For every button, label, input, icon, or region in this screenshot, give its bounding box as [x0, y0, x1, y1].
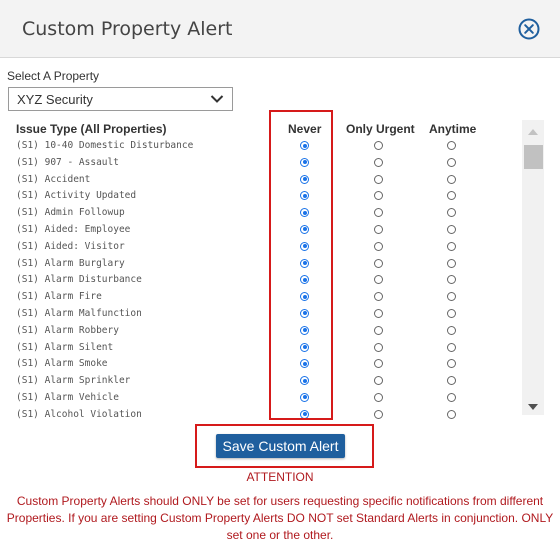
- issue-type-label: (S1) Activity Updated: [16, 190, 137, 202]
- issue-type-label: (S1) Admin Followup: [16, 207, 125, 219]
- table-row: (S1) Alarm Malfunction: [8, 306, 513, 323]
- column-header-issue: Issue Type (All Properties): [16, 122, 167, 136]
- issue-type-label: (S1) Alarm Sprinkler: [16, 375, 131, 387]
- radio-anytime[interactable]: [447, 392, 456, 402]
- close-icon[interactable]: [518, 18, 540, 40]
- radio-anytime[interactable]: [447, 141, 456, 150]
- radio-anytime[interactable]: [447, 258, 456, 268]
- radio-only-urgent[interactable]: [374, 409, 383, 419]
- radio-only-urgent[interactable]: [374, 224, 383, 234]
- radio-only-urgent[interactable]: [374, 342, 383, 352]
- radio-anytime[interactable]: [447, 241, 456, 251]
- issue-type-label: (S1) Aided: Employee: [16, 223, 131, 235]
- issue-type-label: (S1) 10-40 Domestic Disturbance: [16, 140, 194, 151]
- table-row: (S1) Alarm Fire: [8, 289, 513, 306]
- issue-type-label: (S1) Aided: Visitor: [16, 240, 125, 252]
- radio-anytime[interactable]: [447, 376, 456, 386]
- radio-anytime[interactable]: [447, 174, 456, 184]
- issue-type-label: (S1) Alarm Smoke: [16, 358, 108, 370]
- table-row: (S1) 10-40 Domestic Disturbance: [8, 138, 513, 155]
- radio-only-urgent[interactable]: [374, 359, 383, 369]
- radio-anytime[interactable]: [447, 157, 456, 167]
- issue-type-label: (S1) Alarm Burglary: [16, 257, 125, 269]
- issue-type-label: (S1) Accident: [16, 173, 91, 185]
- radio-anytime[interactable]: [447, 409, 456, 419]
- save-custom-alert-button[interactable]: Save Custom Alert: [216, 434, 345, 458]
- scroll-down-arrow-icon[interactable]: [528, 404, 538, 410]
- property-select[interactable]: XYZ Security: [8, 87, 233, 111]
- table-row: (S1) Alarm Silent: [8, 340, 513, 357]
- property-select-label: Select A Property: [7, 69, 100, 83]
- issue-type-label: (S1) 907 - Assault: [16, 156, 119, 168]
- radio-only-urgent[interactable]: [374, 292, 383, 302]
- table-row: (S1) 907 - Assault: [8, 155, 513, 172]
- radio-anytime[interactable]: [447, 208, 456, 218]
- table-row: (S1) Alarm Disturbance: [8, 272, 513, 289]
- issue-type-label: (S1) Alcohol Violation: [16, 408, 142, 420]
- radio-anytime[interactable]: [447, 292, 456, 302]
- radio-anytime[interactable]: [447, 342, 456, 352]
- issue-type-label: (S1) Alarm Silent: [16, 341, 114, 353]
- radio-only-urgent[interactable]: [374, 241, 383, 251]
- dialog-header: Custom Property Alert: [0, 0, 560, 58]
- radio-anytime[interactable]: [447, 191, 456, 201]
- alert-table: Issue Type (All Properties) Never Only U…: [8, 120, 513, 420]
- radio-anytime[interactable]: [447, 308, 456, 318]
- radio-only-urgent[interactable]: [374, 174, 383, 184]
- table-row: (S1) Alarm Vehicle: [8, 390, 513, 407]
- issue-type-label: (S1) Alarm Vehicle: [16, 391, 119, 403]
- list-scrollbar[interactable]: [522, 120, 544, 415]
- radio-only-urgent[interactable]: [374, 157, 383, 167]
- never-column-highlight: [269, 110, 333, 420]
- radio-only-urgent[interactable]: [374, 392, 383, 402]
- alert-rows: (S1) 10-40 Domestic Disturbance (S1) 907 …: [8, 138, 513, 420]
- table-row: (S1) Alarm Smoke: [8, 356, 513, 373]
- radio-only-urgent[interactable]: [374, 325, 383, 335]
- table-row: (S1) Alcohol Violation: [8, 407, 513, 420]
- issue-type-label: (S1) Alarm Malfunction: [16, 307, 142, 319]
- issue-type-label: (S1) Alarm Robbery: [16, 324, 119, 336]
- table-row: (S1) Alarm Burglary: [8, 256, 513, 273]
- scroll-thumb[interactable]: [524, 145, 543, 169]
- radio-only-urgent[interactable]: [374, 275, 383, 285]
- radio-only-urgent[interactable]: [374, 208, 383, 218]
- table-row: (S1) Alarm Sprinkler: [8, 373, 513, 390]
- radio-anytime[interactable]: [447, 359, 456, 369]
- radio-only-urgent[interactable]: [374, 376, 383, 386]
- attention-heading: ATTENTION: [246, 470, 314, 484]
- column-header-anytime: Anytime: [429, 122, 477, 136]
- radio-only-urgent[interactable]: [374, 191, 383, 201]
- chevron-down-icon: [210, 93, 224, 105]
- table-row: (S1) Admin Followup: [8, 205, 513, 222]
- radio-only-urgent[interactable]: [374, 258, 383, 268]
- radio-anytime[interactable]: [447, 275, 456, 285]
- issue-type-label: (S1) Alarm Disturbance: [16, 274, 142, 286]
- attention-notice: Custom Property Alerts should ONLY be se…: [6, 494, 554, 542]
- dialog-title: Custom Property Alert: [22, 18, 233, 40]
- table-row: (S1) Alarm Robbery: [8, 323, 513, 340]
- table-row: (S1) Activity Updated: [8, 188, 513, 205]
- issue-type-label: (S1) Alarm Fire: [16, 291, 102, 303]
- radio-anytime[interactable]: [447, 224, 456, 234]
- table-row: (S1) Aided: Visitor: [8, 239, 513, 256]
- column-header-only-urgent: Only Urgent: [346, 122, 415, 136]
- table-row: (S1) Aided: Employee: [8, 222, 513, 239]
- property-select-value: XYZ Security: [17, 92, 93, 107]
- radio-only-urgent[interactable]: [374, 141, 383, 150]
- radio-anytime[interactable]: [447, 325, 456, 335]
- table-row: (S1) Accident: [8, 172, 513, 189]
- scroll-up-arrow-icon[interactable]: [528, 129, 538, 135]
- radio-only-urgent[interactable]: [374, 308, 383, 318]
